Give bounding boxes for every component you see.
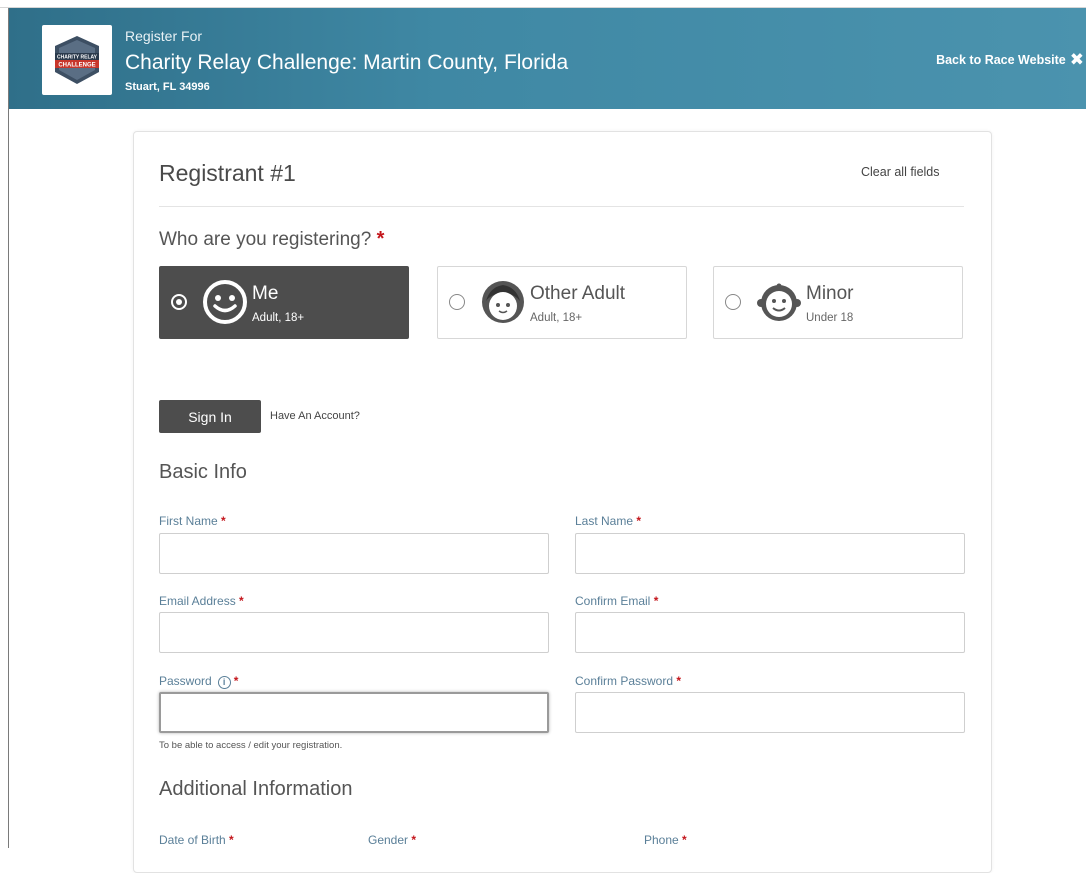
option-me[interactable]: Me Adult, 18+	[159, 266, 409, 339]
additional-info-heading: Additional Information	[159, 778, 353, 800]
required-asterisk: *	[376, 228, 385, 250]
registrant-title: Registrant #1	[159, 160, 296, 186]
header-subtitle: Register For	[125, 28, 203, 44]
section-divider	[159, 206, 964, 207]
confirm-email-label: Confirm Email *	[575, 594, 658, 608]
option-minor-title: Minor	[806, 283, 854, 304]
password-hint: To be able to access / edit your registr…	[159, 740, 343, 751]
last-name-label: Last Name *	[575, 514, 641, 528]
radio-me[interactable]	[171, 294, 187, 310]
sign-in-button[interactable]: Sign In	[159, 400, 261, 433]
gender-label-text: Gender	[368, 833, 409, 847]
option-minor-subtitle: Under 18	[806, 312, 854, 324]
svg-text:CHARITY RELAY: CHARITY RELAY	[57, 55, 98, 61]
required-asterisk: *	[682, 833, 687, 847]
phone-label-text: Phone	[644, 833, 679, 847]
back-to-race-label: Back to Race Website	[936, 53, 1066, 67]
who-registering-label: Who are you registering?	[159, 229, 372, 250]
confirm-password-input[interactable]	[575, 692, 965, 733]
dob-label-text: Date of Birth	[159, 833, 226, 847]
back-to-race-website-link[interactable]: Back to Race Website ✖	[936, 50, 1084, 69]
option-me-title: Me	[252, 283, 279, 304]
confirm-email-input[interactable]	[575, 612, 965, 653]
required-asterisk: *	[636, 514, 642, 528]
have-account-text: Have An Account?	[270, 410, 360, 422]
option-other-adult[interactable]: Other Adult Adult, 18+	[437, 266, 687, 339]
svg-text:CHALLENGE: CHALLENGE	[58, 63, 95, 69]
smiley-face-icon	[203, 280, 247, 324]
adult-face-icon	[482, 281, 524, 323]
dob-label: Date of Birth *	[159, 833, 234, 847]
required-asterisk: *	[653, 594, 659, 608]
basic-info-heading: Basic Info	[159, 461, 247, 483]
password-label: Password i *	[159, 674, 238, 689]
gender-label: Gender *	[368, 833, 416, 847]
confirm-email-label-text: Confirm Email	[575, 594, 651, 608]
event-location: Stuart, FL 34996	[125, 81, 210, 93]
page-header: CHARITY RELAY CHALLENGE Register For Cha…	[9, 8, 1086, 109]
required-asterisk: *	[239, 594, 244, 608]
required-asterisk: *	[229, 833, 234, 847]
close-icon: ✖	[1069, 50, 1084, 69]
last-name-input[interactable]	[575, 533, 965, 574]
clear-all-fields-link[interactable]: Clear all fields	[861, 165, 940, 179]
phone-label: Phone *	[644, 833, 687, 847]
first-name-label: First Name *	[159, 514, 226, 528]
email-input[interactable]	[159, 612, 549, 653]
last-name-label-text: Last Name	[575, 514, 634, 528]
info-icon[interactable]: i	[217, 676, 231, 689]
who-registering-question: Who are you registering? *	[159, 228, 384, 251]
event-title: Charity Relay Challenge: Martin County, …	[125, 51, 569, 74]
option-me-subtitle: Adult, 18+	[252, 312, 305, 324]
race-logo: CHARITY RELAY CHALLENGE	[42, 25, 112, 95]
radio-minor[interactable]	[725, 294, 741, 310]
password-input[interactable]	[159, 692, 549, 733]
window-top-edge	[0, 0, 1086, 8]
required-asterisk: *	[676, 674, 682, 688]
required-asterisk: *	[411, 833, 417, 847]
email-label-text: Email Address	[159, 594, 236, 608]
required-asterisk: *	[221, 514, 226, 528]
confirm-password-label-text: Confirm Password	[575, 674, 674, 688]
email-label: Email Address *	[159, 594, 244, 608]
first-name-input[interactable]	[159, 533, 549, 574]
first-name-label-text: First Name	[159, 514, 218, 528]
option-other-adult-subtitle: Adult, 18+	[530, 312, 583, 324]
option-other-adult-title: Other Adult	[530, 283, 626, 304]
option-minor[interactable]: Minor Under 18	[713, 266, 963, 339]
confirm-password-label: Confirm Password *	[575, 674, 681, 688]
window-left-edge	[8, 8, 9, 848]
password-label-text: Password	[159, 674, 212, 688]
baby-face-icon	[757, 283, 801, 321]
required-asterisk: *	[233, 674, 239, 688]
radio-other-adult[interactable]	[449, 294, 465, 310]
charity-relay-logo-icon: CHARITY RELAY CHALLENGE	[55, 36, 99, 84]
